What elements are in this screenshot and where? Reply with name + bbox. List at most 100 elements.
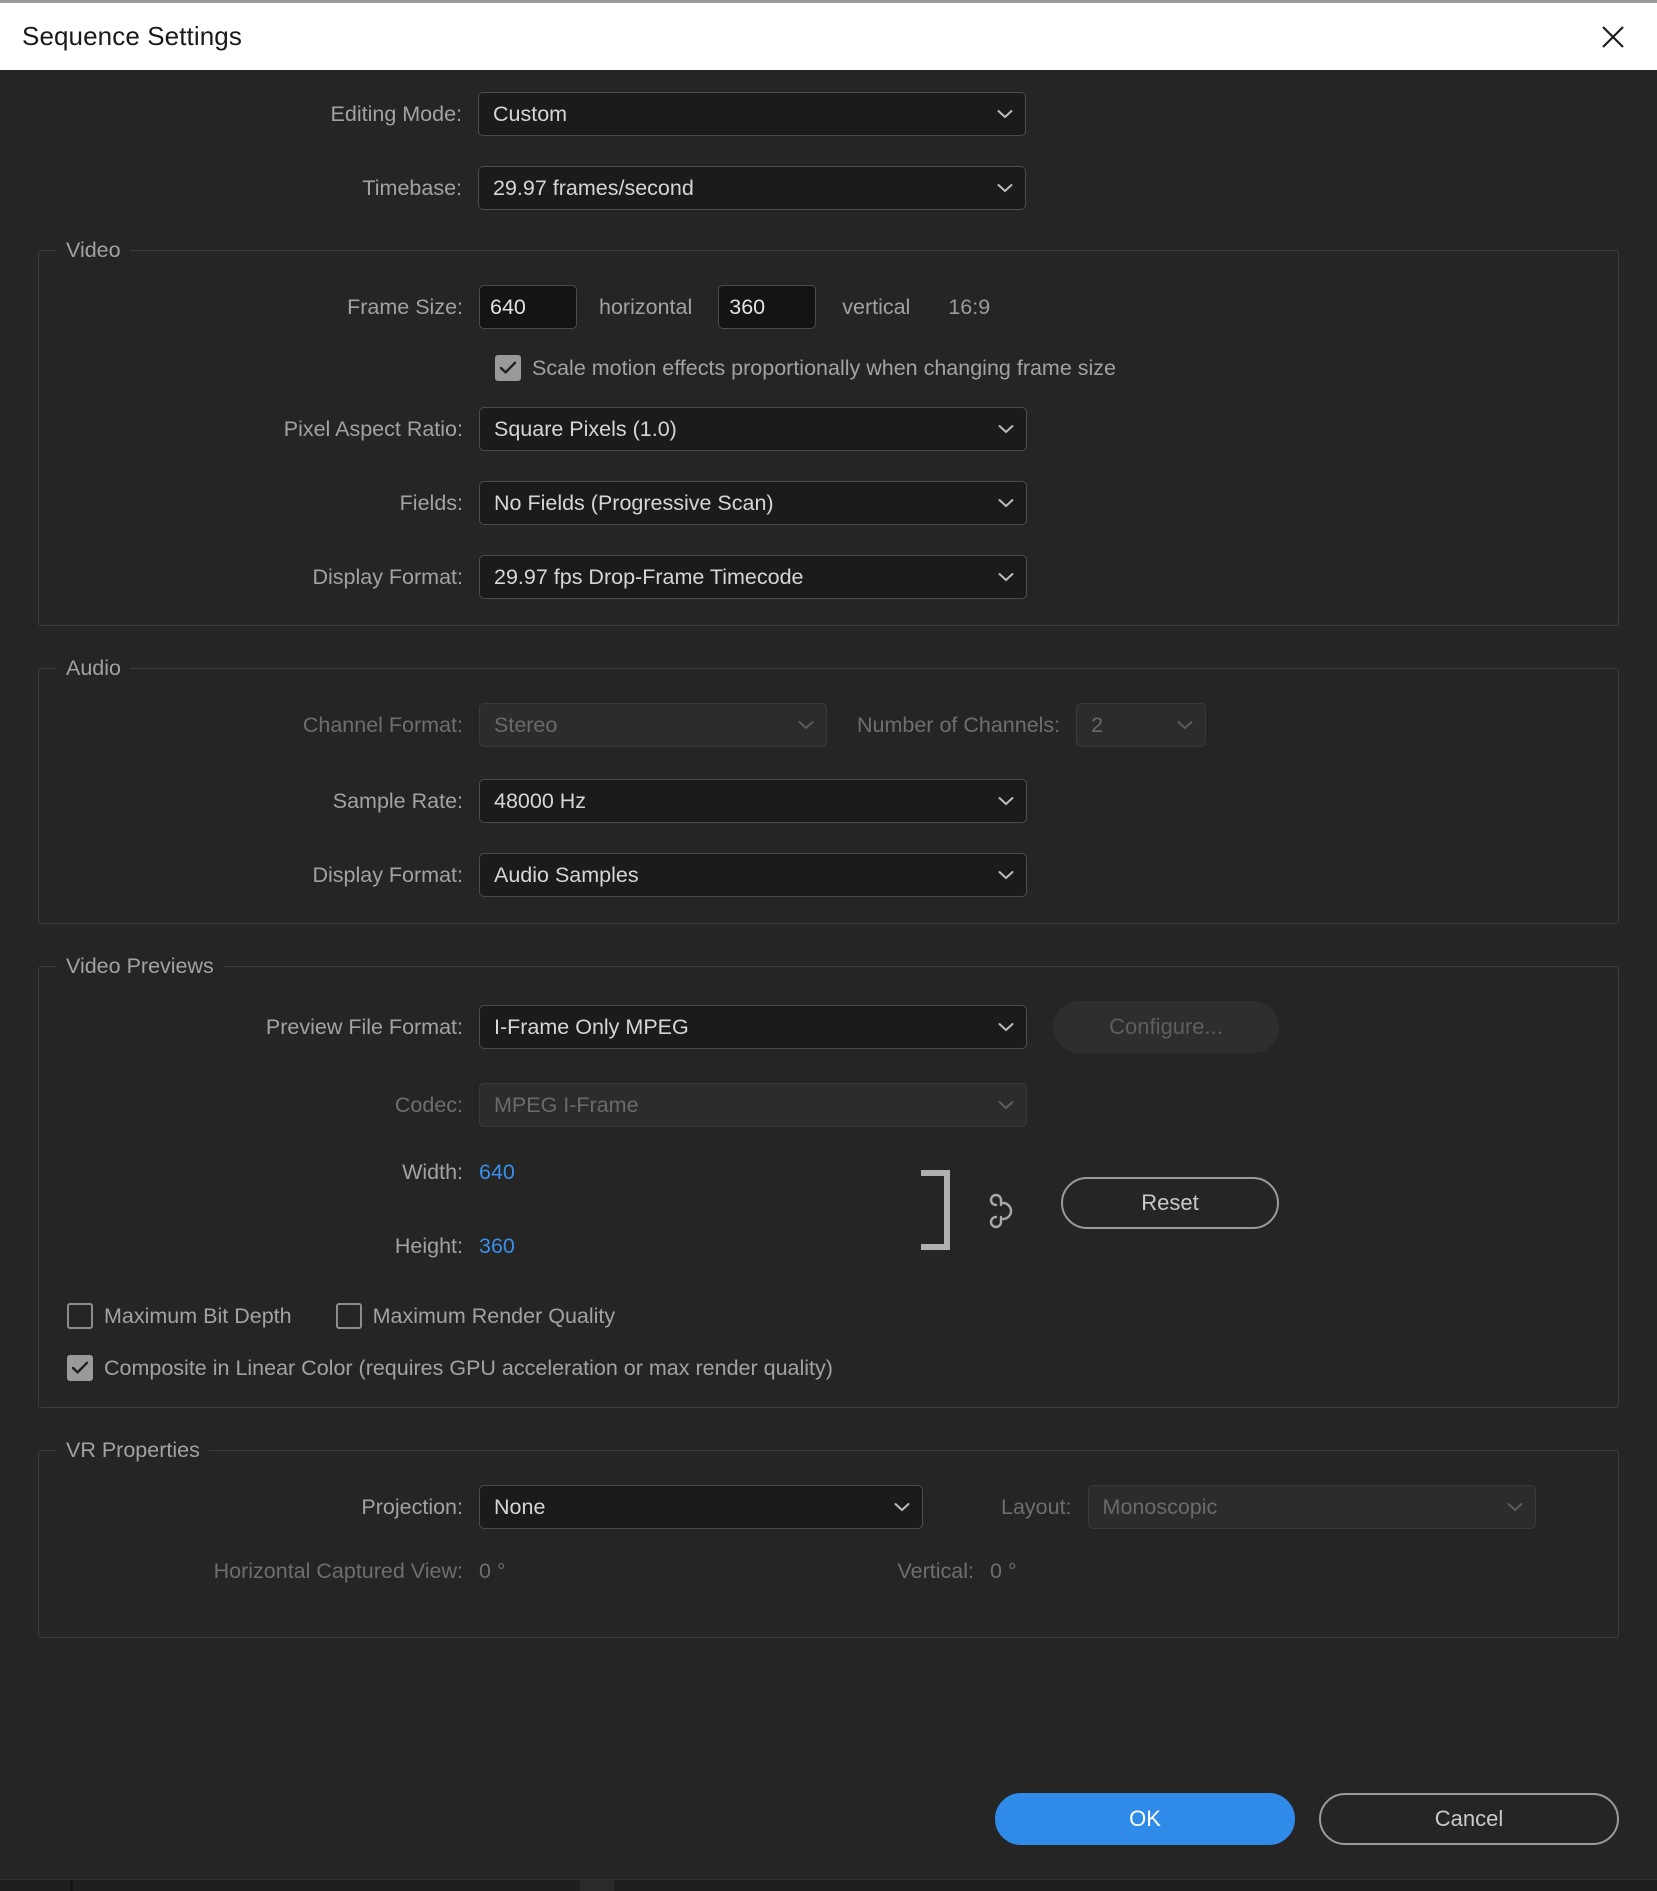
channel-format-select: Stereo — [479, 703, 827, 747]
sample-rate-label: Sample Rate: — [332, 788, 463, 813]
fields-value: No Fields (Progressive Scan) — [494, 490, 774, 515]
chevron-down-icon — [998, 796, 1014, 806]
editing-mode-select[interactable]: Custom — [478, 92, 1026, 136]
background-app-strip — [0, 1879, 1657, 1891]
projection-value: None — [494, 1494, 546, 1519]
codec-select: MPEG I-Frame — [479, 1083, 1027, 1127]
chevron-down-icon — [894, 1502, 910, 1512]
strip-tick — [70, 1880, 73, 1891]
chevron-down-icon — [998, 1100, 1014, 1110]
reset-button[interactable]: Reset — [1061, 1177, 1279, 1229]
codec-value: MPEG I-Frame — [494, 1092, 639, 1117]
layout-value: Monoscopic — [1102, 1494, 1218, 1519]
audio-display-format-row: Display Format: Audio Samples — [61, 853, 1596, 897]
timebase-label: Timebase: — [362, 175, 462, 200]
sample-rate-select[interactable]: 48000 Hz — [479, 779, 1027, 823]
bracket-icon — [920, 1169, 955, 1250]
video-display-format-row: Display Format: 29.97 fps Drop-Frame Tim… — [61, 555, 1596, 599]
audio-display-format-label: Display Format: — [312, 862, 463, 887]
pixel-aspect-ratio-select[interactable]: Square Pixels (1.0) — [479, 407, 1027, 451]
dialog-titlebar: Sequence Settings — [0, 0, 1657, 70]
audio-group: Audio Channel Format: Stereo Number of C… — [38, 656, 1619, 924]
preview-file-format-select[interactable]: I-Frame Only MPEG — [479, 1005, 1027, 1049]
maximum-bit-depth-checkbox[interactable] — [67, 1303, 93, 1329]
cancel-button-label: Cancel — [1434, 1806, 1504, 1831]
codec-row: Codec: MPEG I-Frame — [61, 1083, 1596, 1127]
audio-display-format-select[interactable]: Audio Samples — [479, 853, 1027, 897]
configure-button-label: Configure... — [1109, 1014, 1223, 1039]
channel-format-row: Channel Format: Stereo Number of Channel… — [61, 703, 1596, 747]
composite-linear-color-label: Composite in Linear Color (requires GPU … — [104, 1355, 833, 1380]
chevron-down-icon — [798, 720, 814, 730]
video-group: Video Frame Size: 640 horizontal 360 ver… — [38, 238, 1619, 626]
vertical-captured-view-value: 0 ° — [990, 1558, 1017, 1583]
vertical-label: vertical — [842, 294, 911, 319]
editing-mode-value: Custom — [493, 101, 568, 126]
layout-label: Layout: — [1001, 1494, 1072, 1519]
chevron-down-icon — [998, 572, 1014, 582]
maximum-bit-depth-row: Maximum Bit Depth — [67, 1303, 292, 1329]
timebase-row: Timebase: 29.97 frames/second — [38, 166, 1619, 210]
preview-width-value[interactable]: 640 — [479, 1160, 515, 1185]
composite-linear-color-checkbox[interactable] — [67, 1355, 93, 1381]
fields-select[interactable]: No Fields (Progressive Scan) — [479, 481, 1027, 525]
codec-label: Codec: — [394, 1092, 463, 1117]
dialog-title: Sequence Settings — [22, 21, 242, 51]
scale-motion-effects-checkbox[interactable] — [495, 355, 521, 381]
chevron-down-icon — [1507, 1502, 1523, 1512]
sample-rate-value: 48000 Hz — [494, 788, 587, 813]
pixel-aspect-ratio-value: Square Pixels (1.0) — [494, 416, 677, 441]
video-previews-group: Video Previews Preview File Format: I-Fr… — [38, 954, 1619, 1408]
timebase-value: 29.97 frames/second — [493, 175, 694, 200]
chevron-down-icon — [998, 424, 1014, 434]
pixel-aspect-ratio-row: Pixel Aspect Ratio: Square Pixels (1.0) — [61, 407, 1596, 451]
horizontal-captured-view-value: 0 ° — [479, 1558, 506, 1583]
chevron-down-icon — [1177, 720, 1193, 730]
maximum-render-quality-checkbox[interactable] — [335, 1303, 362, 1329]
horizontal-label: horizontal — [599, 294, 693, 319]
projection-row: Projection: None Layout: Monoscopic — [61, 1485, 1596, 1529]
timebase-select[interactable]: 29.97 frames/second — [478, 166, 1026, 210]
frame-height-value: 360 — [729, 294, 766, 319]
audio-display-format-value: Audio Samples — [494, 862, 639, 887]
projection-label: Projection: — [361, 1494, 463, 1519]
video-display-format-value: 29.97 fps Drop-Frame Timecode — [494, 564, 804, 589]
frame-size-row: Frame Size: 640 horizontal 360 vertical … — [61, 285, 1596, 329]
frame-width-input[interactable]: 640 — [479, 285, 577, 329]
vr-properties-group-title: VR Properties — [57, 1438, 209, 1463]
maximum-bit-depth-label: Maximum Bit Depth — [104, 1303, 292, 1328]
preview-file-format-label: Preview File Format: — [265, 1014, 463, 1039]
vertical-captured-view-label: Vertical: — [897, 1558, 975, 1583]
scale-motion-effects-label: Scale motion effects proportionally when… — [532, 355, 1117, 380]
editing-mode-row: Editing Mode: Custom — [38, 92, 1619, 136]
close-button[interactable] — [1587, 11, 1639, 63]
video-display-format-select[interactable]: 29.97 fps Drop-Frame Timecode — [479, 555, 1027, 599]
maximum-render-quality-label: Maximum Render Quality — [372, 1303, 616, 1328]
audio-group-title: Audio — [57, 656, 130, 681]
vr-properties-group: VR Properties Projection: None Layout: M… — [38, 1438, 1619, 1638]
chevron-down-icon — [998, 1022, 1014, 1032]
preview-height-value[interactable]: 360 — [479, 1234, 515, 1259]
pixel-aspect-ratio-label: Pixel Aspect Ratio: — [283, 416, 463, 441]
aspect-ratio-value: 16:9 — [948, 294, 991, 319]
sequence-settings-dialog: Sequence Settings Editing Mode: Custom T… — [0, 0, 1657, 1891]
maximum-render-quality-row: Maximum Render Quality — [335, 1303, 616, 1329]
frame-height-input[interactable]: 360 — [718, 285, 817, 329]
close-icon — [1600, 24, 1626, 50]
link-icon[interactable] — [988, 1193, 1014, 1229]
projection-select[interactable]: None — [479, 1485, 923, 1529]
preview-width-row: Width: 640 — [61, 1155, 1596, 1189]
number-of-channels-label: Number of Channels: — [857, 712, 1061, 737]
cancel-button[interactable]: Cancel — [1319, 1793, 1619, 1845]
ok-button[interactable]: OK — [995, 1793, 1295, 1845]
number-of-channels-value: 2 — [1091, 712, 1104, 737]
chevron-down-icon — [997, 183, 1013, 193]
video-previews-group-title: Video Previews — [57, 954, 223, 979]
frame-size-label: Frame Size: — [347, 294, 463, 319]
preview-file-format-row: Preview File Format: I-Frame Only MPEG C… — [61, 1001, 1596, 1053]
configure-button: Configure... — [1053, 1001, 1279, 1053]
fields-label: Fields: — [399, 490, 463, 515]
ok-button-label: OK — [1129, 1806, 1161, 1831]
preview-height-row: Height: 360 — [61, 1229, 1596, 1263]
dialog-footer: OK Cancel — [995, 1793, 1619, 1845]
